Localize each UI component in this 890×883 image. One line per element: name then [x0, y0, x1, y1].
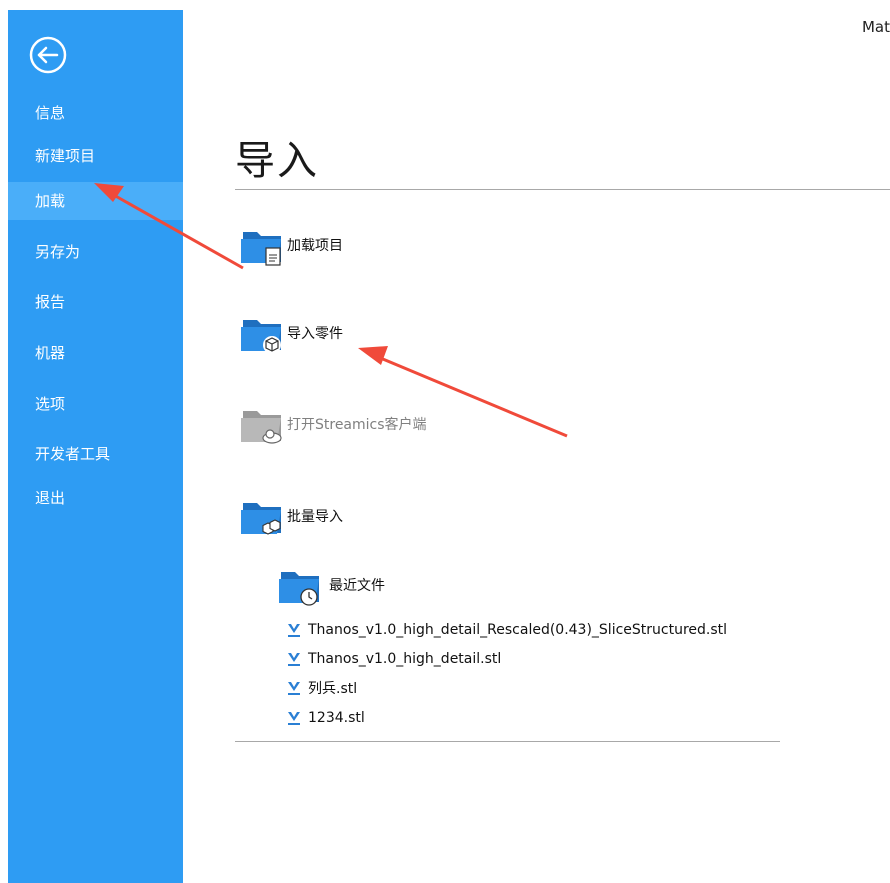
open-streamics-label: 打开Streamics客户端: [287, 417, 427, 433]
recent-file-item[interactable]: 1234.stl: [286, 707, 365, 729]
recent-files-header: 最近文件: [278, 562, 385, 608]
folder-document-icon: [240, 222, 286, 268]
stl-file-icon: [288, 624, 300, 637]
app-title: Mat: [861, 18, 890, 36]
title-divider: [235, 189, 890, 190]
page-title: 导入: [235, 138, 319, 184]
recent-file-item[interactable]: Thanos_v1.0_high_detail_Rescaled(0.43)_S…: [286, 619, 727, 641]
folder-history-icon: [278, 562, 324, 608]
recent-file-item[interactable]: 列兵.stl: [286, 677, 357, 699]
sidebar-item-save-as[interactable]: 另存为: [8, 233, 183, 271]
back-arrow-icon: [29, 36, 67, 74]
recent-divider: [235, 741, 780, 742]
sidebar-item-options[interactable]: 选项: [8, 385, 183, 423]
folder-cube-icon: [240, 310, 286, 356]
recent-file-name: Thanos_v1.0_high_detail.stl: [308, 651, 502, 667]
sidebar-item-info[interactable]: 信息: [8, 94, 183, 132]
open-streamics-button[interactable]: 打开Streamics客户端: [240, 401, 427, 447]
sidebar-item-load[interactable]: 加载: [8, 182, 183, 220]
stl-file-icon: [288, 712, 300, 725]
import-part-label: 导入零件: [287, 326, 343, 342]
recent-files-label: 最近文件: [329, 578, 385, 594]
import-part-button[interactable]: 导入零件: [240, 310, 343, 356]
sidebar-item-new-project[interactable]: 新建项目: [8, 137, 183, 175]
load-project-label: 加载项目: [287, 238, 343, 254]
stl-file-icon: [288, 653, 300, 666]
recent-file-name: 1234.stl: [308, 710, 365, 726]
batch-import-button[interactable]: 批量导入: [240, 493, 343, 539]
load-project-button[interactable]: 加载项目: [240, 222, 343, 268]
sidebar-item-report[interactable]: 报告: [8, 283, 183, 321]
recent-file-name: 列兵.stl: [308, 681, 358, 697]
sidebar-item-exit[interactable]: 退出: [8, 479, 183, 517]
folder-cubes-icon: [240, 493, 286, 539]
recent-file-item[interactable]: Thanos_v1.0_high_detail.stl: [286, 648, 501, 670]
batch-import-label: 批量导入: [287, 509, 343, 525]
sidebar-item-developer-tools[interactable]: 开发者工具: [8, 435, 183, 473]
recent-file-name: Thanos_v1.0_high_detail_Rescaled(0.43)_S…: [308, 622, 728, 638]
stl-file-icon: [288, 682, 300, 695]
sidebar-item-machine[interactable]: 机器: [8, 334, 183, 372]
back-button[interactable]: [28, 35, 68, 75]
folder-cloud-icon: [240, 401, 286, 447]
sidebar: 信息 新建项目 加载 另存为 报告 机器 选项 开发者工具 退出: [8, 10, 183, 883]
